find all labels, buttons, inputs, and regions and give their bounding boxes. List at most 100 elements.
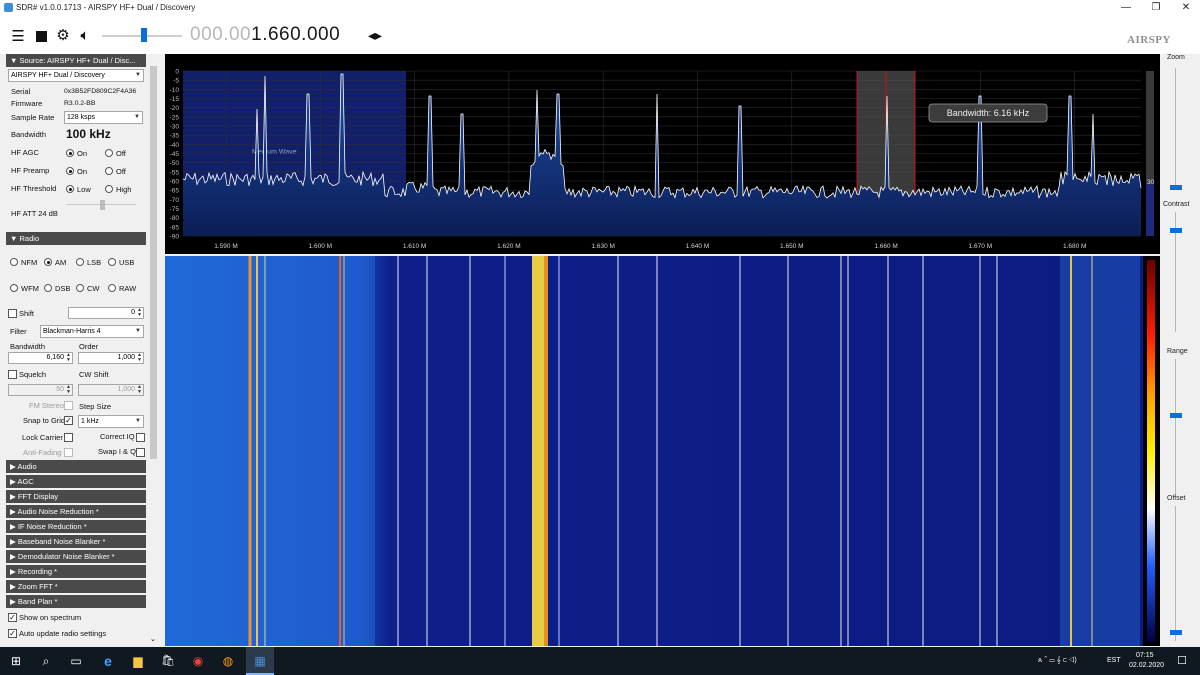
order-input[interactable]: 1,000 ▲ ▼ [78,352,144,364]
serial-value: 0x3B52FD809C2F4A36 [64,88,137,95]
waterfall-plot[interactable] [165,256,1160,646]
section-header-3[interactable]: ▶ FFT Display [6,490,146,503]
show-on-spectrum-checkbox[interactable]: ✓ [8,613,17,622]
gear-icon[interactable]: ⚙ [55,28,71,44]
search-icon[interactable]: ⌕ [32,647,60,675]
hf-threshold-high-radio[interactable] [105,185,113,193]
sdrsharp-taskbar-icon[interactable]: ▦ [246,647,274,675]
language-indicator[interactable]: EST [1107,657,1121,664]
mode-wfm-radio[interactable] [10,284,18,292]
shift-input[interactable]: 0 ▲ ▼ [68,307,144,319]
waterfall-carrier-trace [532,256,544,646]
freq-tick-label: 1.610 M [403,243,427,250]
sample-rate-select[interactable]: 128 ksps ▼ [64,111,143,124]
section-header-1[interactable]: ▶ Audio [6,460,146,473]
waterfall-carrier-trace [979,256,981,646]
correct-iq-checkbox[interactable] [136,433,145,442]
section-header-8[interactable]: ▶ Recording * [6,565,146,578]
squelch-input[interactable]: 50 ▲ ▼ [8,384,73,396]
mode-am-radio[interactable] [44,258,52,266]
minimize-button[interactable]: — [1112,0,1140,16]
volume-slider[interactable] [141,28,147,42]
hf-threshold-low-radio[interactable] [66,185,74,193]
start-icon[interactable]: ⊞ [2,647,30,675]
waterfall-carrier-trace [840,256,842,646]
waterfall-carrier-trace [256,256,258,646]
waterfall-carrier-trace [248,256,252,646]
section-header-5[interactable]: ▶ IF Noise Reduction * [6,520,146,533]
hf-att-slider[interactable] [100,200,105,210]
zoom-slider[interactable] [1170,185,1182,190]
lock-carrier-checkbox[interactable] [64,433,73,442]
spectrum-view[interactable]: Medium Wave 0 -5 -10 -15 -20 -25 -30 -35 -40 -45 -5… [165,54,1160,254]
waterfall-carrier-trace [397,256,399,646]
spectrum-plot[interactable]: Medium Wave0-5-10-15-20-25-30-35-40-45-5… [165,54,1160,254]
hf-preamp-on-radio[interactable] [66,167,74,175]
scroll-down-icon[interactable]: ⌄ [150,635,156,643]
clock-date[interactable]: 02.02.2020 [1129,662,1164,669]
maximize-button[interactable]: ❐ [1142,0,1170,16]
contrast-slider[interactable] [1170,228,1182,233]
waterfall-carrier-trace [544,256,548,646]
range-slider[interactable] [1170,413,1182,418]
store-icon[interactable]: 🛍 [154,647,182,675]
waterfall-carrier-trace [787,256,789,646]
mode-wfm-label: WFM [21,284,39,293]
shift-checkbox[interactable] [8,309,17,318]
section-header-10[interactable]: ▶ Band Plan * [6,595,146,608]
radio-header[interactable]: ▼ Radio [6,232,146,245]
snap-to-grid-checkbox[interactable]: ✓ [64,416,73,425]
hf-preamp-off-radio[interactable] [105,167,113,175]
squelch-checkbox[interactable] [8,370,17,379]
mode-dsb-radio[interactable] [44,284,52,292]
mode-nfm-radio[interactable] [10,258,18,266]
freq-tick-label: 1.620 M [497,243,521,250]
section-header-9[interactable]: ▶ Zoom FFT * [6,580,146,593]
auto-update-checkbox[interactable]: ✓ [8,629,17,638]
display-controls: Zoom Contrast Range Offset [1160,54,1200,647]
fm-stereo-checkbox[interactable] [64,401,73,410]
section-header-6[interactable]: ▶ Baseband Noise Blanker * [6,535,146,548]
task-view-icon[interactable]: ▭ [62,647,90,675]
cw-shift-input[interactable]: 1,000 ▲ ▼ [78,384,144,396]
mode-usb-radio[interactable] [108,258,116,266]
section-header-4[interactable]: ▶ Audio Noise Reduction * [6,505,146,518]
section-header-2[interactable]: ▶ AGC [6,475,146,488]
app-icon-orange[interactable]: ◍ [214,647,242,675]
bandwidth-input[interactable]: 6,160 ▲ ▼ [8,352,73,364]
waterfall-carrier-trace [558,256,560,646]
mode-raw-radio[interactable] [108,284,116,292]
bandwidth-value: 100 kHz [66,127,111,141]
hf-agc-on-label: On [77,149,88,158]
file-explorer-icon[interactable]: ▆ [124,647,152,675]
chrome-icon[interactable]: ◉ [184,647,212,675]
filter-label: Filter [10,327,27,336]
stop-icon[interactable] [33,29,49,45]
notification-icon[interactable]: ☐ [1168,647,1196,675]
device-select[interactable]: AIRSPY HF+ Dual / Discovery ▼ [8,69,144,82]
source-header[interactable]: ▼ Source: AIRSPY HF+ Dual / Disc... [6,54,146,67]
panel-scrollbar-thumb[interactable] [150,66,157,459]
close-button[interactable]: ✕ [1172,0,1200,16]
offset-slider[interactable] [1170,630,1182,635]
contrast-label: Contrast [1163,201,1190,208]
clock-time[interactable]: 07:15 [1136,652,1154,659]
hf-agc-off-radio[interactable] [105,149,113,157]
waterfall-view[interactable] [165,256,1160,646]
freq-tick-label: 1.660 M [874,243,898,250]
swap-iq-checkbox[interactable] [136,448,145,457]
anti-fading-checkbox[interactable] [64,448,73,457]
hf-agc-on-radio[interactable] [66,149,74,157]
tuning-arrows-icon[interactable]: ◂▸ [368,27,382,44]
tray-icons[interactable]: ጰ ⌃ ▭ 𝄞 ⊂ ◁) [1038,657,1077,665]
edge-icon[interactable]: e [94,647,122,675]
mode-cw-radio[interactable] [76,284,84,292]
mode-lsb-radio[interactable] [76,258,84,266]
step-size-select[interactable]: 1 kHz ▼ [78,415,144,428]
filter-select[interactable]: Blackman-Harris 4 ▼ [40,325,144,338]
firmware-label: Firmware [11,99,43,108]
speaker-icon[interactable]: 🔈︎ [77,28,93,44]
frequency-display[interactable]: 000.001.660.000 [190,24,340,46]
section-header-7[interactable]: ▶ Demodulator Noise Blanker * [6,550,146,563]
menu-icon[interactable]: ☰ [10,29,26,45]
